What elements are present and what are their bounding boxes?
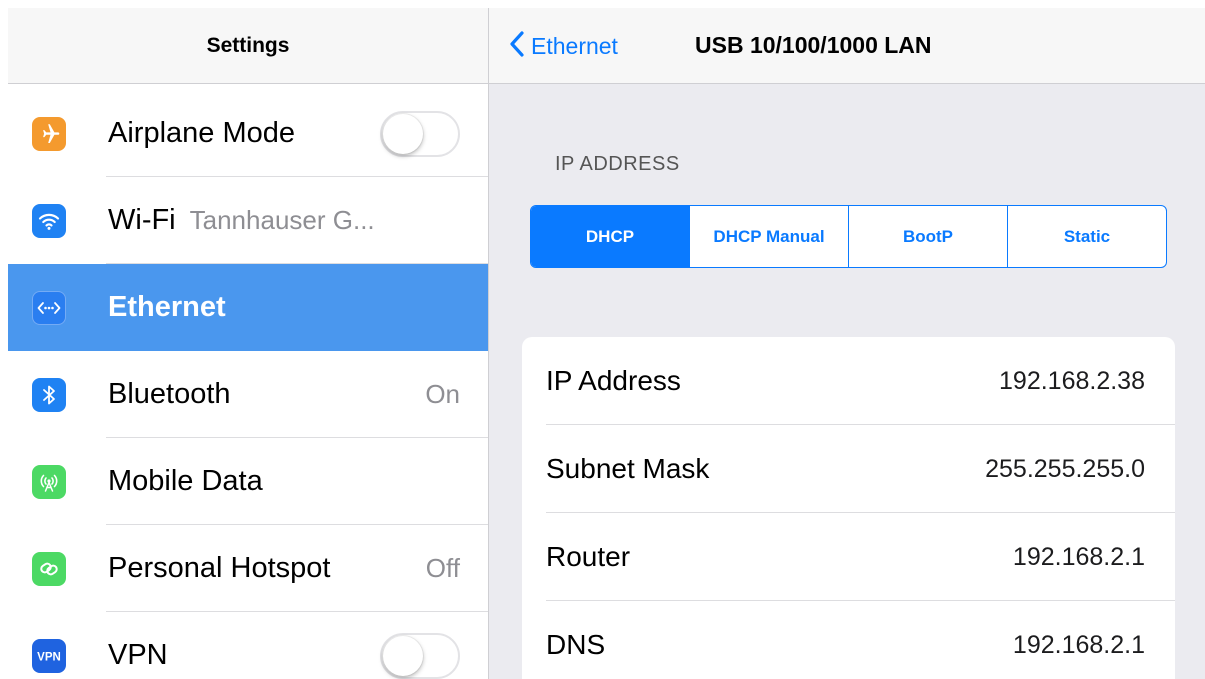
hotspot-icon [32, 551, 66, 586]
sidebar-title: Settings [206, 33, 290, 57]
wifi-icon [32, 203, 66, 238]
ethernet-detail-pane: Ethernet USB 10/100/1000 LAN IP ADDRESS … [489, 8, 1205, 679]
back-button[interactable]: Ethernet [509, 30, 618, 63]
settings-item-label: Bluetooth [108, 378, 231, 410]
info-row-dns: DNS 192.168.2.1 [522, 601, 1175, 679]
settings-item-label: Wi-Fi [108, 204, 176, 236]
settings-item-label: Personal Hotspot [108, 552, 331, 584]
info-row-ip-address: IP Address 192.168.2.38 [522, 337, 1175, 425]
page-title: USB 10/100/1000 LAN [695, 32, 932, 58]
toggle-knob [383, 113, 423, 154]
settings-item-ethernet[interactable]: Ethernet [8, 264, 488, 351]
settings-item-label: Airplane Mode [108, 117, 295, 149]
info-label: IP Address [546, 365, 681, 396]
segment-dhcp[interactable]: DHCP [531, 206, 689, 267]
settings-item-label: Mobile Data [108, 465, 263, 497]
ip-mode-segmented-control: DHCP DHCP Manual BootP Static [530, 205, 1167, 268]
vpn-icon: VPN [32, 638, 66, 673]
segment-dhcp-manual[interactable]: DHCP Manual [689, 206, 848, 267]
info-row-subnet-mask: Subnet Mask 255.255.255.0 [522, 425, 1175, 513]
bluetooth-icon [32, 377, 66, 412]
settings-item-airplane-mode[interactable]: Airplane Mode [8, 90, 488, 177]
info-value: 192.168.2.1 [1012, 542, 1145, 571]
toggle-knob [383, 635, 423, 676]
airplane-icon [32, 116, 66, 151]
ethernet-icon [32, 290, 66, 325]
wifi-network-name: Tannhauser G... [189, 205, 375, 235]
ip-address-section-header: IP ADDRESS [555, 153, 680, 175]
settings-item-mobile-data[interactable]: Mobile Data [8, 438, 488, 525]
settings-list: Airplane Mode Wi-Fi Tannhauser G... Ethe… [8, 90, 488, 679]
sidebar-header: Settings [8, 8, 488, 84]
vpn-toggle[interactable] [380, 632, 460, 679]
bluetooth-status: On [425, 379, 460, 409]
back-button-label: Ethernet [531, 33, 618, 59]
info-value: 192.168.2.38 [999, 366, 1145, 395]
svg-text:VPN: VPN [37, 651, 61, 663]
info-value: 255.255.255.0 [985, 454, 1145, 483]
chevron-left-icon [509, 30, 525, 63]
settings-item-label: Ethernet [108, 291, 226, 323]
settings-item-bluetooth[interactable]: Bluetooth On [8, 351, 488, 438]
segment-bootp[interactable]: BootP [848, 206, 1007, 267]
info-label: DNS [546, 629, 606, 660]
info-label: Subnet Mask [546, 453, 710, 484]
settings-item-label: VPN [108, 639, 168, 671]
airplane-mode-toggle[interactable] [380, 110, 460, 157]
settings-sidebar: Settings Airplane Mode Wi-Fi Tannhauser … [8, 8, 488, 679]
info-row-router: Router 192.168.2.1 [522, 513, 1175, 601]
settings-item-personal-hotspot[interactable]: Personal Hotspot Off [8, 525, 488, 612]
detail-navigation-bar: Ethernet USB 10/100/1000 LAN [489, 8, 1205, 84]
info-label: Router [546, 541, 631, 572]
network-info-card: IP Address 192.168.2.38 Subnet Mask 255.… [522, 337, 1175, 679]
settings-item-wifi[interactable]: Wi-Fi Tannhauser G... [8, 177, 488, 264]
segment-static[interactable]: Static [1007, 206, 1166, 267]
settings-item-vpn[interactable]: VPN VPN [8, 612, 488, 679]
info-value: 192.168.2.1 [1012, 630, 1145, 659]
hotspot-status: Off [425, 553, 460, 583]
antenna-icon [32, 464, 66, 499]
